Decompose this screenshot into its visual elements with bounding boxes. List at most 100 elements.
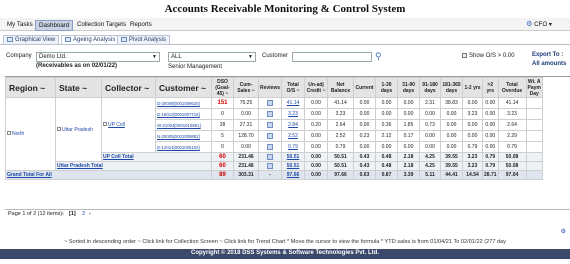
cell-os: 50.51 [281, 161, 306, 171]
cell-d31_90: 1.85 [397, 119, 421, 131]
review-icon[interactable] [267, 153, 273, 160]
tab-graphical-view[interactable]: Graphical View [3, 35, 60, 45]
customer-link[interactable]: D-18012[0001007716] [155, 108, 212, 120]
user-menu[interactable]: ⚙ CFO ▾ [526, 20, 552, 28]
cell-os[interactable]: 3.23 [281, 108, 306, 120]
col-header[interactable]: DSO (Goal-45) ~ [211, 77, 234, 98]
cell-net: 2.64 [327, 119, 355, 131]
review-icon[interactable] [267, 143, 273, 150]
reviews-dash: - [269, 172, 271, 178]
reviews-cell[interactable] [257, 108, 283, 120]
review-icon[interactable] [267, 162, 273, 169]
state-total-label[interactable]: Uttar Pradesh Total [55, 161, 212, 171]
cell-d31_90: 0.00 [397, 141, 421, 153]
tab-ageing-analysis[interactable]: Ageing Analysis [61, 35, 120, 45]
col-header: 31-90 days [397, 77, 421, 98]
reviews-cell[interactable] [257, 119, 283, 131]
cell-wap [525, 119, 543, 131]
grid-body: North Uttar Pradesh UP Coll D-20008[0001009… [5, 97, 543, 180]
table-icon [65, 37, 71, 42]
company-label: Company [6, 53, 32, 59]
reviews-cell[interactable] [257, 152, 283, 162]
chevron-down-icon: ▾ [548, 21, 552, 28]
col-header[interactable]: Cum-Sales ~ [233, 77, 259, 98]
checkbox-icon [462, 53, 467, 58]
cell-unadj: 0.00 [304, 97, 329, 109]
state-cell[interactable]: Uttar Pradesh [55, 97, 102, 162]
customer-link[interactable]: N-20005[0001009882] [155, 130, 212, 142]
cell-net: 0.79 [327, 141, 355, 153]
cell-os[interactable]: 2.84 [281, 119, 306, 131]
reviews-cell[interactable] [257, 130, 283, 142]
reviews-cell[interactable] [257, 97, 283, 109]
company-select[interactable]: Demo Ltd. ▼ [36, 52, 160, 62]
cell-wap [525, 152, 543, 162]
cell-os[interactable]: 0.79 [281, 141, 306, 153]
cell-os[interactable]: 41.14 [281, 97, 306, 109]
review-icon[interactable] [267, 121, 273, 128]
customer-link[interactable]: D-12014[0001005102] [155, 141, 212, 153]
next-page-icon[interactable]: › [89, 211, 91, 217]
search-icon[interactable]: ⚲ [375, 51, 386, 62]
review-icon[interactable] [267, 110, 273, 117]
menu-dashboard[interactable]: Dashboard [35, 20, 74, 31]
expand-icon[interactable] [103, 122, 107, 126]
chart-icon [7, 37, 13, 42]
review-icon[interactable] [267, 99, 273, 106]
col-header[interactable]: Un-adj Credit ~ [304, 77, 329, 98]
reviews-cell[interactable] [257, 161, 283, 171]
cell-d91_180: 0.00 [419, 141, 442, 153]
reviews-cell[interactable]: - [257, 170, 283, 180]
cell-d1_30: 0.00 [375, 97, 399, 109]
customer-input[interactable] [292, 52, 372, 62]
cell-overdue: 97.04 [497, 170, 527, 180]
prev-page-icon[interactable]: ‹ [62, 211, 64, 217]
customer-link[interactable]: D-20008[0001009625] [155, 97, 212, 109]
cell-d31_90: 0.00 [397, 97, 421, 109]
menu-collection-targets[interactable]: Collection Targets [74, 20, 129, 29]
expand-icon[interactable] [7, 131, 11, 135]
cell-unadj: 0.20 [304, 119, 329, 131]
cell-d1_30: 0.00 [375, 141, 399, 153]
menu-reports[interactable]: Reports [127, 20, 155, 29]
cell-d31_90: 0.17 [397, 130, 421, 142]
view-tabs: Graphical View Ageing Analysis Pivot Ana… [0, 34, 570, 45]
menu-my-tasks[interactable]: My Tasks [4, 20, 36, 29]
cell-net: 41.14 [327, 97, 355, 109]
senior-management-select[interactable]: ALL ▼ [168, 52, 256, 62]
state-header[interactable]: State ~ [55, 77, 102, 98]
cell-os: 97.66 [281, 170, 306, 180]
cell-current: 0.43 [353, 161, 377, 171]
cell-unadj: 0.00 [304, 141, 329, 153]
grand-total-label[interactable]: Grand Total For All [5, 170, 212, 180]
cell-d91_180: 5.11 [419, 170, 442, 180]
cell-gt2: 0.00 [482, 130, 499, 142]
expand-icon[interactable] [57, 126, 61, 131]
tab-pivot-analysis[interactable]: Pivot Analysis [117, 35, 171, 45]
cell-gt2: 0.00 [482, 108, 499, 120]
cell-sales: 231.46 [233, 161, 259, 171]
region-cell[interactable]: North [5, 97, 56, 171]
cell-wap [525, 141, 543, 153]
region-header[interactable]: Region ~ [5, 77, 56, 98]
review-icon[interactable] [267, 132, 273, 139]
gear-icon[interactable]: ⚙ [561, 228, 566, 235]
export-label[interactable]: Export To : [532, 52, 563, 58]
collector-cell[interactable]: UP Coll [101, 97, 156, 153]
tab-label: Pivot Analysis [129, 37, 167, 43]
page-2-link[interactable]: 2 [82, 211, 85, 217]
reviews-cell[interactable] [257, 141, 283, 153]
cell-os[interactable]: 2.52 [281, 130, 306, 142]
cell-d181_365: 0.00 [440, 130, 464, 142]
customer-header[interactable]: Customer ~ [155, 77, 212, 98]
cell-overdue: 0.79 [497, 141, 527, 153]
col-header[interactable]: Total O/S ~ [281, 77, 306, 98]
coll-total-label[interactable]: UP Coll Total [101, 152, 212, 162]
customer-link[interactable]: W-21004[0001010881] [155, 119, 212, 131]
show-os-toggle[interactable]: Show O/S > 0.00 [462, 53, 515, 59]
footer: Copyright © 2018 DSS Systems & Software … [0, 249, 570, 259]
cell-unadj: 0.00 [304, 108, 329, 120]
col-header: >2 yrs [482, 77, 499, 98]
collector-header[interactable]: Collector ~ [101, 77, 156, 98]
cell-dso: 60 [211, 152, 234, 162]
